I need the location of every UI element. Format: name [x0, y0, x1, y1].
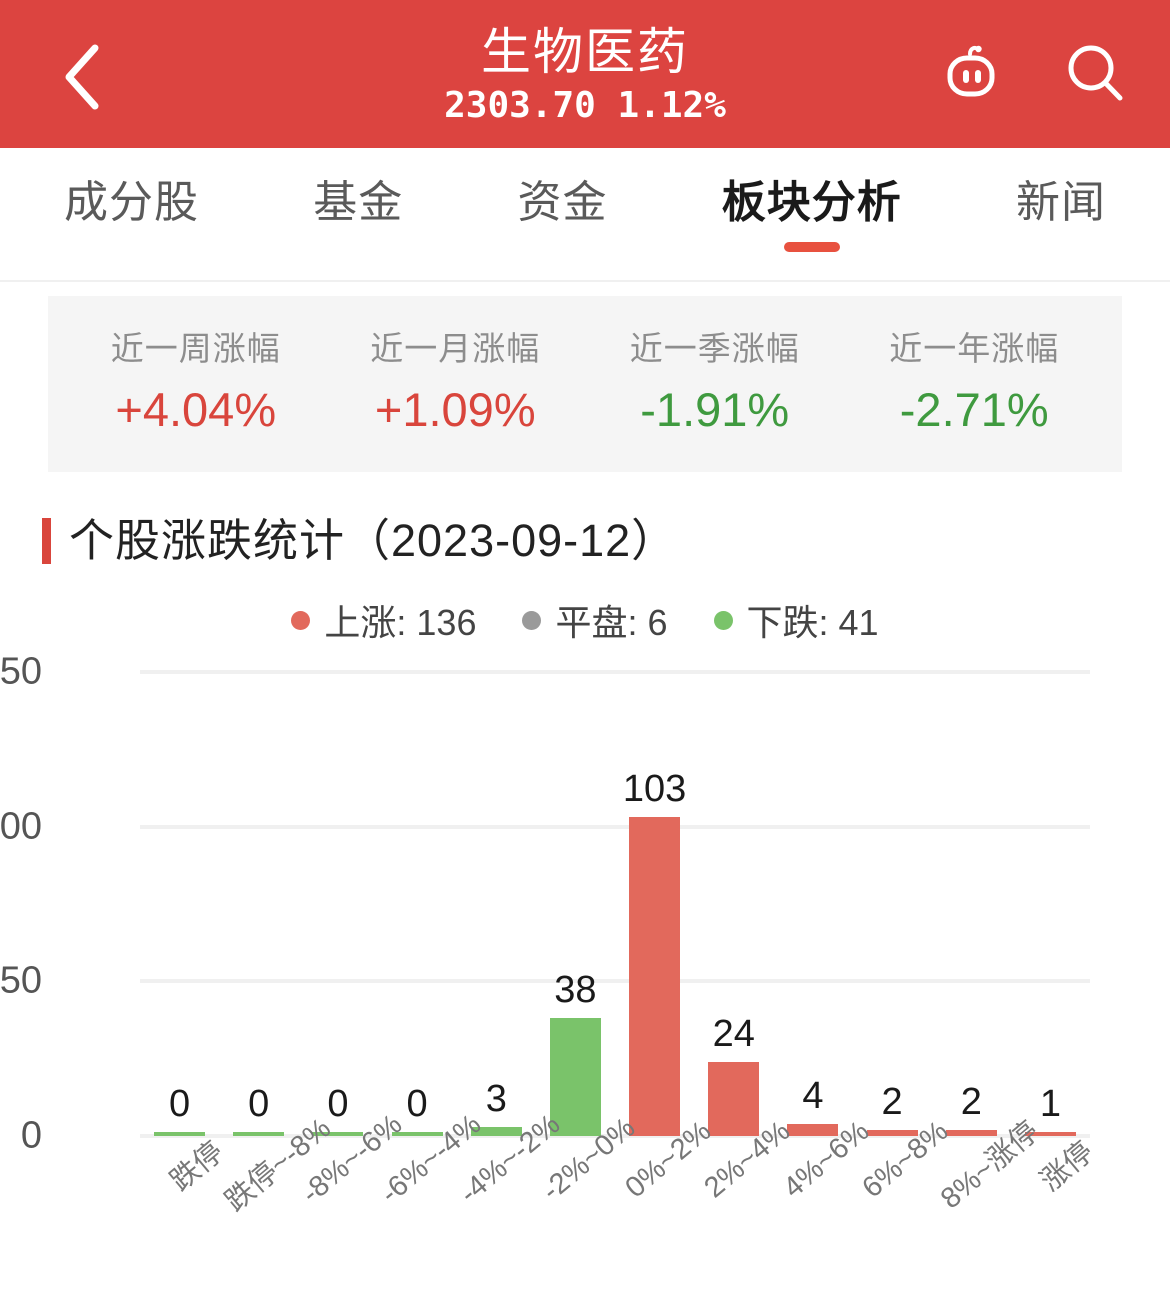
y-tick-0: 0	[20, 1114, 42, 1157]
section-title-text: 个股涨跌统计（2023-09-12）	[69, 515, 678, 566]
perf-label-year: 近一年涨幅	[889, 330, 1060, 367]
stock-distribution-chart: 上涨: 136 平盘: 6 下跌: 41 0 50 100 150 0 0 0 0 3 38 10…	[0, 584, 1170, 1218]
header-actions	[936, 40, 1132, 112]
perf-cell-week: 近一周涨幅 +4.04%	[66, 327, 326, 441]
x-label-slot: 2%~4%	[694, 1115, 796, 1284]
bar-slot[interactable]: 0	[219, 672, 298, 1136]
bar-value-label: 0	[406, 1083, 428, 1125]
bar-value-label: 0	[169, 1083, 191, 1125]
bar-slot[interactable]: 2	[932, 672, 1011, 1136]
bar-value-label: 0	[327, 1083, 349, 1125]
section-header: 个股涨跌统计（2023-09-12）	[42, 516, 1170, 566]
legend-dot-up	[291, 610, 311, 630]
legend-item-down[interactable]: 下跌: 41	[713, 594, 879, 646]
perf-label-quarter: 近一季涨幅	[629, 330, 800, 367]
y-tick-100: 100	[0, 805, 42, 848]
robot-assistant-button[interactable]	[936, 40, 1008, 112]
bar-slot[interactable]: 1	[1011, 672, 1090, 1136]
bar-value-label: 0	[248, 1083, 270, 1125]
x-label-slot: 0%~2%	[615, 1115, 717, 1284]
bar-value-label: 103	[622, 768, 687, 811]
x-label-slot: 跌停~-8%	[219, 1112, 336, 1284]
bar-value-label: 2	[960, 1080, 982, 1123]
x-label-slot: 涨停	[1011, 1136, 1100, 1284]
legend-label-down: 下跌: 41	[746, 602, 879, 643]
tab-jijin[interactable]: 基金	[309, 160, 407, 254]
tab-bankuaifenxi[interactable]: 板块分析	[718, 160, 906, 254]
perf-label-month: 近一月涨幅	[370, 330, 541, 367]
y-tick-150: 150	[0, 650, 42, 693]
performance-panel-wrap: 近一周涨幅 +4.04% 近一月涨幅 +1.09% 近一季涨幅 -1.91% 近…	[0, 282, 1170, 472]
search-button[interactable]	[1060, 40, 1132, 112]
bar-value-label: 24	[712, 1012, 755, 1055]
bar-value-label: 1	[1039, 1083, 1062, 1125]
chart-x-axis: 跌停 跌停~-8% -8%~-6% -6%~-4% -4%~-2% -2%~0% 0%~2%…	[140, 1108, 1100, 1284]
bar[interactable]	[708, 1061, 760, 1136]
y-tick-50: 50	[0, 959, 42, 1002]
perf-value-week: +4.04%	[115, 383, 277, 436]
perf-value-month: +1.09%	[374, 383, 536, 436]
x-label-slot: -2%~0%	[536, 1112, 642, 1284]
bar[interactable]	[549, 1018, 601, 1136]
perf-value-year: -2.71%	[899, 383, 1049, 436]
x-label-slot: 跌停	[140, 1136, 229, 1284]
search-icon	[1060, 38, 1132, 115]
perf-cell-month: 近一月涨幅 +1.09%	[326, 327, 586, 441]
bar-value-label: 38	[554, 969, 597, 1012]
x-label-slot: 6%~8%	[853, 1115, 955, 1284]
bar-value-label: 3	[485, 1077, 507, 1120]
robot-assistant-icon	[936, 38, 1008, 115]
section-accent-bar	[42, 518, 51, 564]
chevron-left-icon	[59, 42, 103, 112]
bar-slot[interactable]: 0	[140, 672, 219, 1136]
chart-plot-area: 0 50 100 150 0 0 0 0 3 38 103 24 4 2 2 1	[0, 651, 1090, 1157]
x-label-slot: -6%~-4%	[375, 1108, 488, 1284]
legend-item-flat[interactable]: 平盘: 6	[522, 594, 668, 646]
x-label-slot: -8%~-6%	[296, 1108, 409, 1284]
chart-bars: 0 0 0 0 3 38 103 24 4 2 2 1	[140, 672, 1090, 1136]
bar-slot[interactable]: 103	[615, 672, 694, 1136]
bar-slot[interactable]: 0	[298, 672, 377, 1136]
bar-value-label: 4	[802, 1074, 824, 1117]
bar-slot[interactable]: 24	[694, 672, 773, 1136]
tab-bar: 成分股 基金 资金 板块分析 新闻	[0, 148, 1170, 282]
legend-label-up: 上涨: 136	[324, 602, 477, 643]
tab-zijin[interactable]: 资金	[514, 160, 612, 254]
bar-slot[interactable]: 0	[378, 672, 457, 1136]
legend-dot-flat	[522, 610, 542, 630]
chart-legend: 上涨: 136 平盘: 6 下跌: 41	[0, 594, 1170, 646]
back-button[interactable]	[42, 38, 120, 116]
perf-cell-year: 近一年涨幅 -2.71%	[845, 327, 1105, 441]
bar-slot[interactable]: 2	[853, 672, 932, 1136]
perf-label-week: 近一周涨幅	[110, 330, 281, 367]
perf-cell-quarter: 近一季涨幅 -1.91%	[585, 327, 845, 441]
app-header: 生物医药 2303.70 1.12%	[0, 0, 1170, 148]
legend-dot-down	[713, 610, 733, 630]
x-label-slot: -4%~-2%	[454, 1108, 567, 1284]
bar[interactable]	[629, 817, 681, 1136]
legend-label-flat: 平盘: 6	[555, 602, 668, 643]
bar-slot[interactable]: 38	[536, 672, 615, 1136]
x-label-slot: 4%~6%	[773, 1115, 875, 1284]
x-label-slot: 8%~涨停	[932, 1116, 1045, 1284]
bar-slot[interactable]: 4	[773, 672, 852, 1136]
performance-panel: 近一周涨幅 +4.04% 近一月涨幅 +1.09% 近一季涨幅 -1.91% 近…	[48, 296, 1122, 472]
perf-value-quarter: -1.91%	[640, 383, 790, 436]
bar-value-label: 2	[881, 1080, 903, 1123]
tab-chengfengu[interactable]: 成分股	[60, 160, 203, 254]
legend-item-up[interactable]: 上涨: 136	[291, 594, 476, 646]
tab-xinwen[interactable]: 新闻	[1012, 160, 1110, 254]
bar-slot[interactable]: 3	[457, 672, 536, 1136]
